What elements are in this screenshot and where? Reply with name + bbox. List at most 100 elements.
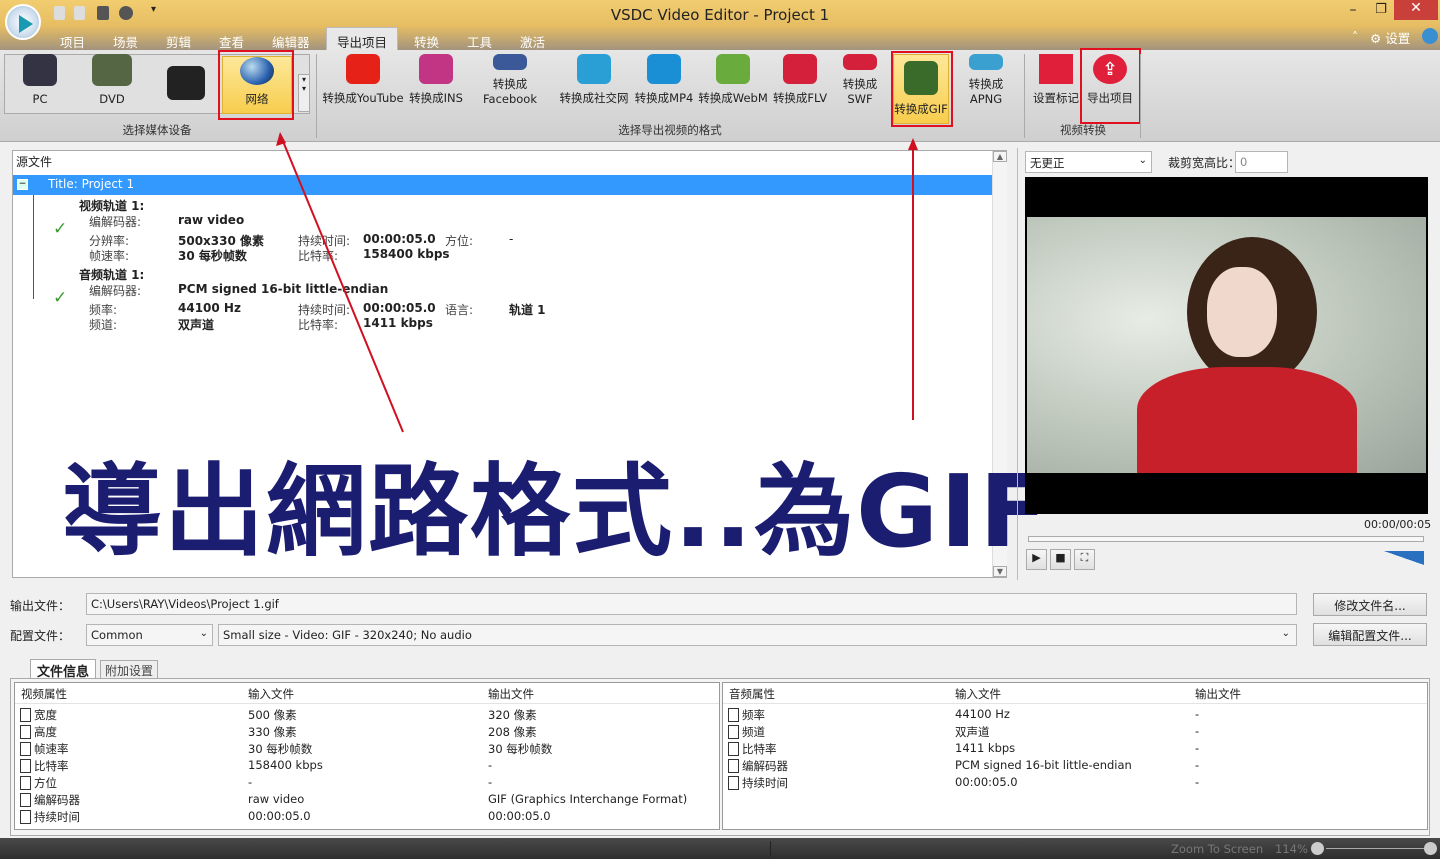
rotation-select[interactable]: 无更正 ⌄: [1025, 151, 1152, 173]
property-value: 00:00:05.0: [955, 775, 1018, 789]
column-header[interactable]: 输入文件: [248, 686, 294, 702]
cell-text: 高度: [34, 725, 57, 739]
output-path: C:\Users\RAY\Videos\Project 1.gif: [91, 597, 279, 611]
volume-icon[interactable]: [1384, 551, 1424, 565]
zoom-in-icon[interactable]: [1424, 842, 1437, 855]
property-value: 00:00:05.0: [248, 809, 311, 823]
video-preview: [1025, 177, 1428, 514]
property-value: 500 像素: [248, 707, 297, 723]
property-name: 持续时间: [20, 809, 80, 825]
arrow-to-web: [279, 133, 404, 433]
cell-text: 持续时间: [34, 810, 80, 824]
cell-text: 30 每秒帧数: [488, 742, 553, 756]
cell-text: 宽度: [34, 708, 57, 722]
zoom-slider[interactable]: [1326, 848, 1424, 849]
profile-select[interactable]: Small size - Video: GIF - 320x240; No au…: [218, 624, 1297, 646]
profile-group-select[interactable]: Common ⌄: [86, 624, 213, 646]
profile-label: 配置文件：: [10, 629, 71, 643]
property-value: -: [488, 758, 492, 772]
property-value: 330 像素: [248, 724, 297, 740]
column-header[interactable]: 输入文件: [955, 686, 1001, 702]
property-value: 44100 Hz: [955, 707, 1010, 721]
cell-text: 158400 kbps: [248, 758, 323, 772]
cell-text: 00:00:05.0: [248, 809, 311, 823]
audio-properties-table: 音频属性 输入文件 输出文件 频率 44100 Hz - 频道 双声道 - 比特率 1411 kbp…: [722, 682, 1428, 830]
fullscreen-button[interactable]: ⛶: [1074, 549, 1095, 570]
property-value: raw video: [248, 792, 304, 806]
column-header[interactable]: 输出文件: [1195, 686, 1241, 702]
cell-text: 208 像素: [488, 725, 537, 739]
crop-ratio-stepper[interactable]: 0: [1235, 151, 1288, 173]
cell-text: 帧速率: [34, 742, 69, 756]
property-name: 宽度: [20, 707, 57, 723]
play-button[interactable]: ▶: [1026, 549, 1047, 570]
cell-text: 频率: [742, 708, 765, 722]
property-name: 频道: [728, 724, 765, 740]
cell-text: -: [488, 758, 493, 772]
property-value: -: [248, 775, 252, 789]
property-name: 持续时间: [728, 775, 788, 791]
property-name: 频率: [728, 707, 765, 723]
property-value: 208 像素: [488, 724, 537, 740]
property-value: -: [1195, 775, 1199, 789]
cell-text: PCM signed 16-bit little-endian: [955, 758, 1132, 772]
zoom-to-screen-button[interactable]: Zoom To Screen: [1171, 842, 1263, 856]
document-icon: [20, 793, 31, 807]
profile-group-value: Common: [91, 628, 143, 642]
document-icon: [20, 708, 31, 722]
property-value: 00:00:05.0: [488, 809, 551, 823]
column-header[interactable]: 音频属性: [729, 686, 775, 702]
cell-text: 330 像素: [248, 725, 297, 739]
cell-text: -: [1195, 707, 1200, 721]
arrowhead-icon: [908, 138, 918, 150]
property-value: -: [1195, 758, 1199, 772]
document-icon: [20, 810, 31, 824]
chevron-down-icon: ⌄: [1281, 628, 1290, 639]
document-icon: [728, 776, 739, 790]
output-file-label: 输出文件：: [10, 599, 71, 613]
cell-text: -: [1195, 758, 1200, 772]
cell-text: 比特率: [742, 742, 777, 756]
property-name: 编解码器: [20, 792, 80, 808]
output-file-input[interactable]: C:\Users\RAY\Videos\Project 1.gif: [86, 593, 1297, 615]
cell-text: 比特率: [34, 759, 69, 773]
property-value: 158400 kbps: [248, 758, 323, 772]
crop-label: 裁剪宽高比：: [1168, 156, 1241, 170]
header-divider: [15, 703, 719, 704]
cell-text: -: [488, 775, 493, 789]
cell-text: 持续时间: [742, 776, 788, 790]
property-name: 高度: [20, 724, 57, 740]
property-value: 双声道: [955, 724, 990, 740]
property-name: 比特率: [728, 741, 777, 757]
cell-text: 44100 Hz: [955, 707, 1010, 721]
rename-button[interactable]: 修改文件名...: [1313, 593, 1427, 616]
property-value: 320 像素: [488, 707, 537, 723]
seek-bar[interactable]: [1028, 536, 1424, 542]
edit-profile-button[interactable]: 编辑配置文件...: [1313, 623, 1427, 646]
cell-text: 30 每秒帧数: [248, 742, 313, 756]
document-icon: [20, 742, 31, 756]
column-header[interactable]: 视频属性: [21, 686, 67, 702]
cell-text: 频道: [742, 725, 765, 739]
video-properties-table: 视频属性 输入文件 输出文件宽度 500 像素 320 像素高度 330 像素 208 像素…: [14, 682, 720, 830]
cell-text: GIF (Graphics Interchange Format): [488, 792, 688, 806]
cell-text: 00:00:05.0: [488, 809, 551, 823]
cell-text: -: [248, 775, 253, 789]
property-value: -: [488, 775, 492, 789]
cell-text: -: [1195, 775, 1200, 789]
crop-value: 0: [1240, 155, 1248, 169]
document-icon: [20, 759, 31, 773]
time-display: 00:00/00:05: [1364, 518, 1432, 531]
status-bar: Zoom To Screen 114%: [0, 838, 1440, 859]
cell-text: -: [1195, 741, 1200, 755]
property-value: -: [1195, 707, 1199, 721]
column-header[interactable]: 输出文件: [488, 686, 534, 702]
status-divider: [770, 841, 771, 857]
cell-text: 双声道: [955, 725, 990, 739]
preview-image: [1027, 217, 1426, 473]
document-icon: [728, 742, 739, 756]
rotation-value: 无更正: [1030, 156, 1065, 170]
document-icon: [728, 759, 739, 773]
zoom-out-icon[interactable]: [1311, 842, 1324, 855]
stop-button[interactable]: ■: [1050, 549, 1071, 570]
